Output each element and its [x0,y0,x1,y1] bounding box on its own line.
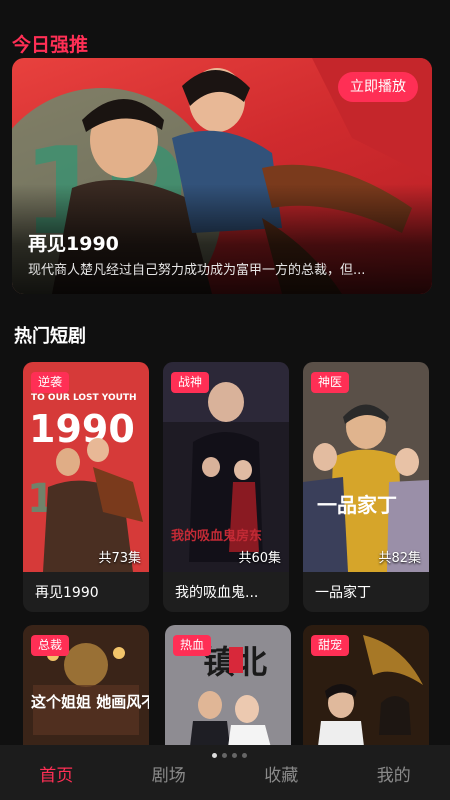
drama-poster: 这个姐姐 她画风不对 总裁 [23,625,149,755]
page-dot [212,753,217,758]
page-dot [242,753,247,758]
episode-count: 共82集 [378,551,421,566]
poster-caption: 我的吸血鬼房东 [171,528,262,544]
genre-tag: 逆袭 [31,372,70,393]
drama-card[interactable]: 这个姐姐 她画风不对 总裁 [23,625,149,755]
genre-tag: 热血 [173,635,212,656]
episode-count: 共73集 [98,551,141,566]
poster-image: TO OUR LOST YOUTH 1990 199 [23,362,149,572]
genre-tag: 神医 [311,372,350,393]
poster-year: 1990 [29,407,135,451]
drama-card[interactable]: 镇北 热血 [165,625,291,755]
tab-mine[interactable]: 我的 [338,745,450,800]
drama-poster: 镇北 热血 [165,625,291,755]
tab-theater[interactable]: 剧场 [113,745,226,800]
page-dot [222,753,227,758]
drama-title: 再见1990 [35,585,99,601]
featured-description: 现代商人楚凡经过自己努力成功成为富甲一方的总裁，但... [28,263,366,278]
drama-card[interactable]: 一品家丁 神医 共82集 一品家丁 [303,362,429,612]
hot-section-title: 热门短剧 [14,326,86,347]
drama-poster: 甜宠 [303,625,429,755]
drama-card[interactable]: 我的吸血鬼房东 战神 共60集 我的吸血鬼... [163,362,289,612]
poster-caption: 这个姐姐 她画风不对 [31,693,149,711]
poster-caption: 一品家丁 [317,493,397,517]
tab-home[interactable]: 首页 [0,745,113,800]
featured-title: 再见1990 [28,233,119,255]
page-indicator [212,753,247,758]
drama-title: 一品家丁 [315,585,371,601]
play-now-button[interactable]: 立即播放 [338,72,418,102]
today-section-title: 今日强推 [12,34,89,56]
poster-image: 我的吸血鬼房东 [163,362,289,572]
drama-card[interactable]: 甜宠 [303,625,429,755]
genre-tag: 总裁 [31,635,70,656]
drama-poster: TO OUR LOST YOUTH 1990 199 逆袭 共73集 [23,362,149,572]
drama-title: 我的吸血鬼... [175,585,259,601]
drama-card[interactable]: TO OUR LOST YOUTH 1990 199 逆袭 共73集 再见199… [23,362,149,612]
page-dot [232,753,237,758]
genre-tag: 甜宠 [311,635,350,656]
poster-image: 一品家丁 [303,362,429,572]
featured-banner[interactable]: 19 立即播放 再见1990 现代商人楚凡经过自己努力成功成为富甲一方的总裁，但… [12,58,432,294]
poster-caption: TO OUR LOST YOUTH [31,393,137,403]
genre-tag: 战神 [171,372,210,393]
drama-poster: 我的吸血鬼房东 战神 共60集 [163,362,289,572]
episode-count: 共60集 [238,551,281,566]
drama-poster: 一品家丁 神医 共82集 [303,362,429,572]
